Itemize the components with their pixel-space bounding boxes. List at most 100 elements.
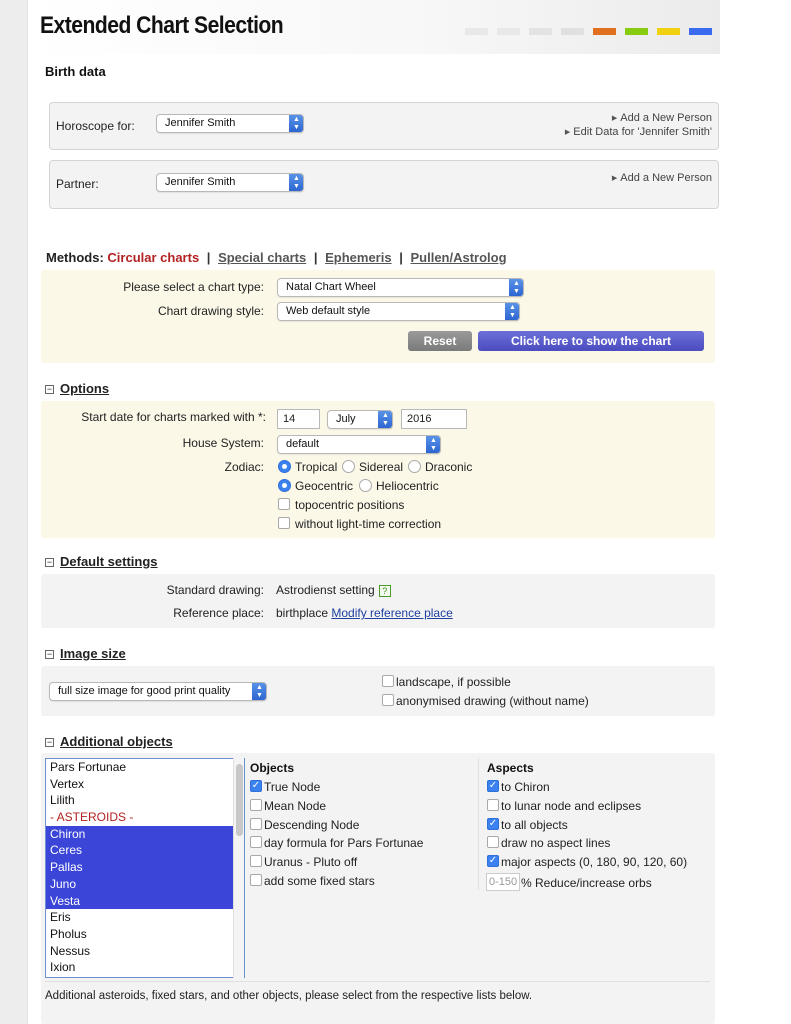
anonymised-checkbox[interactable] [382, 694, 394, 706]
objects-listbox[interactable]: Pars Fortunae Vertex Lilith - ASTEROIDS … [45, 758, 245, 978]
all-objects-checkbox[interactable]: ✓ [487, 818, 499, 830]
list-item[interactable]: Juno [46, 875, 244, 893]
image-size-select[interactable]: full size image for good print quality ▲… [49, 682, 267, 701]
list-item[interactable]: Ceres [46, 842, 244, 860]
show-chart-button[interactable]: Click here to show the chart [478, 331, 704, 351]
draconic-label: Draconic [425, 460, 473, 474]
heliocentric-label: Heliocentric [376, 479, 439, 493]
swatch [689, 28, 712, 35]
topocentric-checkbox[interactable] [278, 498, 290, 510]
orb-input[interactable]: 0-150 [486, 873, 520, 891]
heliocentric-radio[interactable] [359, 479, 372, 492]
scrollbar-thumb[interactable] [236, 764, 243, 836]
standard-drawing-value: Astrodienst setting? [276, 583, 391, 597]
list-item[interactable]: Eris [46, 909, 244, 926]
modify-reference-link[interactable]: Modify reference place [331, 606, 452, 620]
landscape-checkbox[interactable] [382, 675, 394, 687]
to-chiron-label: to Chiron [501, 780, 550, 794]
lunar-node-label: to lunar node and eclipses [501, 799, 642, 813]
list-item[interactable]: Nessus [46, 943, 244, 960]
default-settings-toggle[interactable]: − Default settings [45, 554, 158, 569]
no-aspect-lines-checkbox[interactable] [487, 836, 499, 848]
major-aspects-checkbox[interactable]: ✓ [487, 855, 499, 867]
add-new-person-link[interactable]: ▶ Add a New Person [612, 112, 712, 124]
partner-box: Partner: Jennifer Smith ▲ ▼ ▶ Add a New Pe… [49, 160, 719, 209]
chart-type-select[interactable]: Natal Chart Wheel ▲ ▼ [277, 278, 524, 297]
separator: | [206, 250, 211, 265]
footer-note: Additional asteroids, fixed stars, and o… [45, 990, 533, 1002]
tropical-label: Tropical [295, 460, 338, 474]
birth-data-heading: Birth data [45, 64, 106, 79]
swatch [657, 28, 680, 35]
topocentric-label: topocentric positions [295, 498, 405, 512]
swatch [465, 28, 488, 35]
month-select[interactable]: July ▲ ▼ [327, 410, 393, 429]
horoscope-select[interactable]: Jennifer Smith ▲ ▼ [156, 114, 304, 133]
image-size-value: full size image for good print quality [58, 685, 231, 697]
to-chiron-checkbox[interactable]: ✓ [487, 780, 499, 792]
reference-place-text: birthplace [276, 606, 329, 620]
listbox-scrollbar[interactable] [233, 758, 244, 978]
day-formula-label: day formula for Pars Fortunae [264, 836, 424, 850]
true-node-checkbox[interactable]: ✓ [250, 780, 262, 792]
house-system-label: House System: [182, 436, 264, 450]
help-icon[interactable]: ? [378, 584, 391, 597]
page-title: Extended Chart Selection [40, 12, 284, 39]
uranus-pluto-checkbox[interactable] [250, 855, 262, 867]
no-aspect-lines-label: draw no aspect lines [501, 836, 611, 850]
list-item[interactable]: Vesta [46, 892, 244, 910]
sidereal-radio[interactable] [342, 460, 355, 473]
day-formula-checkbox[interactable] [250, 836, 262, 848]
orb-label: % Reduce/increase orbs [521, 876, 652, 890]
list-item[interactable]: Pars Fortunae [46, 759, 244, 776]
house-system-select[interactable]: default ▲ ▼ [277, 435, 441, 454]
list-item[interactable]: Ixion [46, 959, 244, 976]
methods-label: Methods: [46, 250, 104, 265]
image-size-toggle[interactable]: − Image size [45, 646, 126, 661]
start-date-label: Start date for charts marked with *: [81, 410, 266, 424]
draconic-radio[interactable] [408, 460, 421, 473]
list-item[interactable]: Lilith [46, 792, 244, 809]
tropical-radio[interactable] [278, 460, 291, 473]
select-arrows-icon: ▲ ▼ [426, 436, 440, 453]
swatch [625, 28, 648, 35]
additional-objects-heading: Additional objects [60, 734, 173, 749]
list-item[interactable]: Pholus [46, 926, 244, 943]
list-group-header: - ASTEROIDS - [50, 810, 134, 825]
additional-objects-toggle[interactable]: − Additional objects [45, 734, 173, 749]
collapse-icon: − [45, 737, 54, 747]
select-arrows-icon: ▲ ▼ [289, 174, 303, 191]
objects-heading: Objects [250, 761, 295, 775]
edit-data-link[interactable]: ▶ Edit Data for 'Jennifer Smith' [565, 126, 712, 138]
tab-special-charts[interactable]: Special charts [218, 250, 306, 265]
list-item[interactable]: Pallas [46, 859, 244, 876]
collapse-icon: − [45, 557, 54, 567]
lunar-node-checkbox[interactable] [487, 799, 499, 811]
drawing-style-select[interactable]: Web default style ▲ ▼ [277, 302, 520, 321]
descending-node-checkbox[interactable] [250, 818, 262, 830]
separator: | [313, 250, 318, 265]
partner-add-new-person-link[interactable]: ▶ Add a New Person [612, 172, 712, 184]
fixed-stars-checkbox[interactable] [250, 874, 262, 886]
methods-nav: Methods: Circular charts | Special chart… [46, 250, 507, 265]
swatch [497, 28, 520, 35]
page-content: Extended Chart Selection Birth data Horo… [28, 0, 720, 1024]
mean-node-checkbox[interactable] [250, 799, 262, 811]
tab-pullen-astrolog[interactable]: Pullen/Astrolog [410, 250, 506, 265]
tab-ephemeris[interactable]: Ephemeris [325, 250, 391, 265]
options-toggle[interactable]: − Options [45, 381, 109, 396]
reset-button[interactable]: Reset [408, 331, 472, 351]
list-item[interactable]: Vertex [46, 776, 244, 793]
list-item[interactable]: Chiron [46, 825, 244, 843]
geocentric-radio[interactable] [278, 479, 291, 492]
day-input[interactable]: 14 [277, 409, 320, 429]
drawing-style-value: Web default style [286, 305, 371, 317]
title-bar: Extended Chart Selection [28, 0, 720, 54]
partner-select[interactable]: Jennifer Smith ▲ ▼ [156, 173, 304, 192]
light-time-checkbox[interactable] [278, 517, 290, 529]
collapse-icon: − [45, 384, 54, 394]
year-input[interactable]: 2016 [401, 409, 467, 429]
zodiac-label: Zodiac: [224, 460, 264, 474]
reference-place-value: birthplace Modify reference place [276, 606, 453, 620]
tab-circular-charts[interactable]: Circular charts [107, 250, 199, 265]
